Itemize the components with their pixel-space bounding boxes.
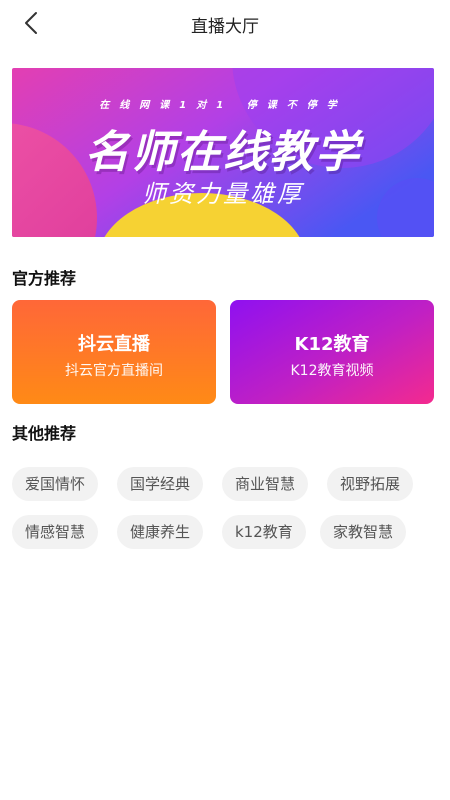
- tag-horizon[interactable]: 视野拓展: [327, 467, 414, 501]
- tag-k12[interactable]: k12教育: [222, 515, 306, 549]
- tag-classics[interactable]: 国学经典: [117, 467, 204, 501]
- card-title: 抖云直播: [78, 334, 150, 355]
- live-channel-card[interactable]: 抖云直播 抖云官方直播间: [12, 300, 216, 404]
- banner-headline: 名师在线教学: [85, 127, 361, 178]
- banner-subheadline: 师资力量雄厚: [142, 180, 304, 208]
- k12-education-card[interactable]: K12教育 K12教育视频: [230, 300, 434, 404]
- tag-parenting[interactable]: 家教智慧: [320, 515, 407, 549]
- top-nav-bar: 直播大厅: [0, 0, 450, 48]
- tag-business[interactable]: 商业智慧: [222, 467, 309, 501]
- tag-patriotism[interactable]: 爱国情怀: [12, 467, 99, 501]
- card-subtitle: 抖云官方直播间: [65, 363, 163, 379]
- tag-health[interactable]: 健康养生: [117, 515, 204, 549]
- others-section-title: 其他推荐: [12, 424, 77, 443]
- banner-tagline: 在线网课1对1 停课不停学: [99, 100, 347, 111]
- card-subtitle: K12教育视频: [290, 363, 374, 379]
- card-title: K12教育: [294, 334, 370, 355]
- official-section-title: 官方推荐: [12, 269, 77, 288]
- promo-banner[interactable]: 在线网课1对1 停课不停学 名师在线教学 师资力量雄厚: [12, 68, 434, 237]
- page-title: 直播大厅: [191, 17, 259, 37]
- tag-emotion[interactable]: 情感智慧: [12, 515, 99, 549]
